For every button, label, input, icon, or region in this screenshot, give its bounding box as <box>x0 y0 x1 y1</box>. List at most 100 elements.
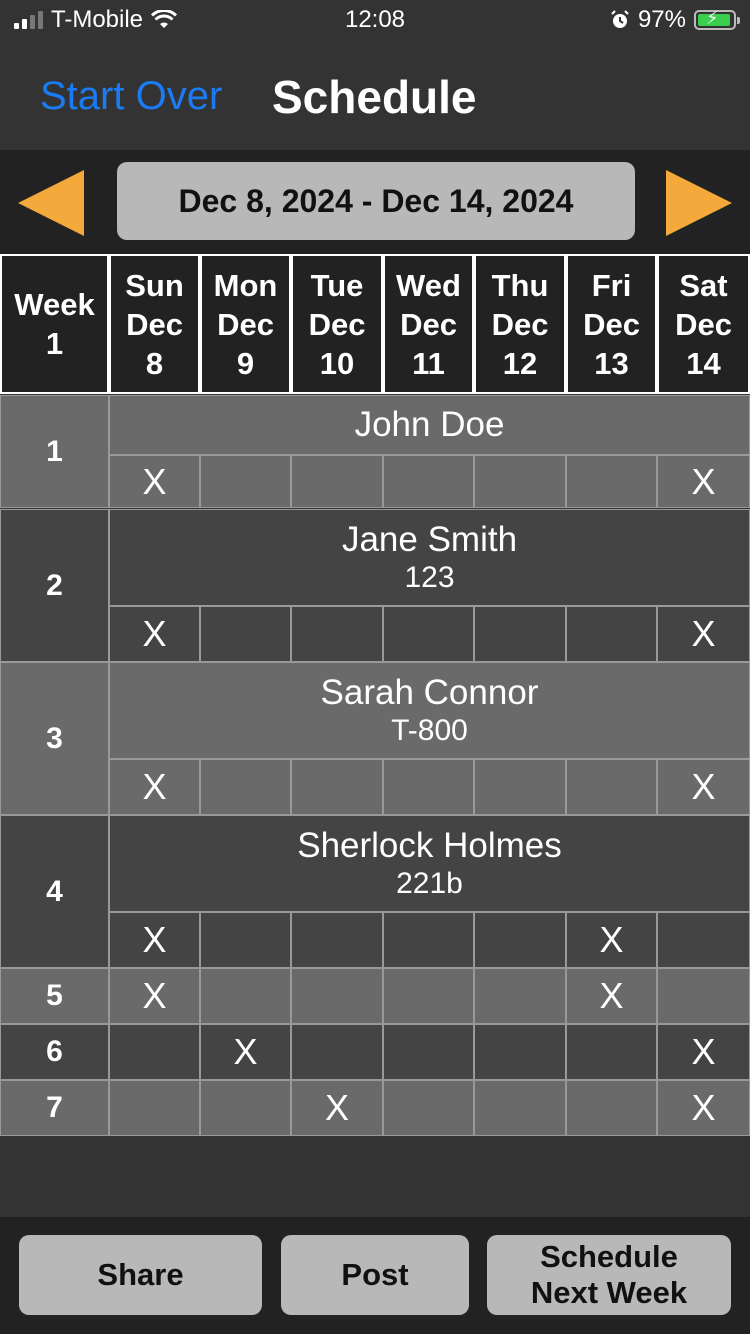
shift-cell[interactable] <box>474 1024 566 1080</box>
shift-cell[interactable]: X <box>109 606 200 662</box>
shift-cell[interactable]: X <box>200 1024 291 1080</box>
shift-cell[interactable] <box>474 912 566 968</box>
day-header-mon: Dec <box>217 306 274 342</box>
shift-cell[interactable]: X <box>109 759 200 815</box>
shift-cell[interactable] <box>383 606 474 662</box>
shift-cell[interactable] <box>383 1080 474 1136</box>
day-header-day: 10 <box>319 345 355 381</box>
shift-cell[interactable]: X <box>657 455 750 508</box>
start-over-button[interactable]: Start Over <box>40 74 222 119</box>
row-number: 6 <box>0 1024 109 1080</box>
row-number: 5 <box>0 968 109 1024</box>
shift-cell[interactable] <box>383 968 474 1024</box>
shift-mark: X <box>691 1031 716 1072</box>
shift-cell[interactable] <box>200 912 291 968</box>
shift-cell[interactable]: X <box>657 1024 750 1080</box>
shift-cell[interactable]: X <box>109 912 200 968</box>
next-week-label-line1: Schedule <box>540 1239 678 1274</box>
alarm-icon <box>611 10 629 28</box>
shift-cell[interactable] <box>566 1080 657 1136</box>
shift-cell[interactable] <box>291 1024 383 1080</box>
day-header-tue: Tue Dec 10 <box>291 254 383 394</box>
day-header-dow: Thu <box>491 267 549 303</box>
shift-cell[interactable] <box>200 968 291 1024</box>
employee-name-cell[interactable]: John Doe <box>109 395 750 455</box>
next-week-arrow-icon[interactable] <box>666 170 732 236</box>
shift-cell[interactable] <box>109 1024 200 1080</box>
day-header-day: 13 <box>594 345 629 381</box>
shift-mark: X <box>142 460 167 502</box>
shift-cell[interactable] <box>566 759 657 815</box>
shift-cell[interactable]: X <box>109 968 200 1024</box>
shift-cell[interactable]: X <box>291 1080 383 1136</box>
battery-icon: ⚡ <box>694 8 740 30</box>
shift-mark: X <box>142 766 167 807</box>
week-header-label: Week <box>14 287 95 322</box>
battery-percent: 97% <box>637 6 686 33</box>
shift-mark: X <box>142 919 167 960</box>
shift-mark: X <box>691 460 716 502</box>
shift-cell[interactable] <box>383 759 474 815</box>
shift-cell[interactable] <box>566 606 657 662</box>
shift-cell[interactable]: X <box>566 968 657 1024</box>
shift-mark: X <box>142 975 167 1016</box>
shift-cell[interactable] <box>474 968 566 1024</box>
shift-cell[interactable] <box>657 912 750 968</box>
shift-cell[interactable] <box>291 759 383 815</box>
week-navigator: Dec 8, 2024 - Dec 14, 2024 <box>0 150 750 254</box>
shift-cell[interactable] <box>291 455 383 508</box>
shift-cell[interactable]: X <box>657 759 750 815</box>
post-button[interactable]: Post <box>281 1235 469 1315</box>
shift-cell[interactable] <box>200 1080 291 1136</box>
shift-mark: X <box>691 766 716 807</box>
status-bar: T-Mobile 12:08 97% ⚡ <box>0 0 750 42</box>
day-header-dow: Wed <box>396 267 461 303</box>
week-header-number: 1 <box>45 326 64 361</box>
shift-cell[interactable] <box>200 606 291 662</box>
shift-mark: X <box>142 613 167 654</box>
row-number: 1 <box>0 395 109 508</box>
shift-cell[interactable] <box>566 1024 657 1080</box>
shift-mark: X <box>599 919 624 960</box>
status-right: 97% ⚡ <box>610 6 740 34</box>
day-header-mon: Dec <box>675 306 732 342</box>
shift-cell[interactable]: X <box>657 1080 750 1136</box>
shift-mark: X <box>233 1031 258 1072</box>
shift-cell[interactable] <box>109 1080 200 1136</box>
day-header-day: 9 <box>236 345 255 381</box>
day-header-sat: Sat Dec 14 <box>657 254 750 394</box>
employee-name-cell[interactable]: Sarah Connor T-800 <box>109 662 750 759</box>
shift-cell[interactable] <box>200 455 291 508</box>
shift-cell[interactable] <box>291 968 383 1024</box>
day-header-mon: Dec <box>308 306 366 342</box>
shift-cell[interactable] <box>383 912 474 968</box>
shift-cell[interactable] <box>291 606 383 662</box>
employee-name: Jane Smith <box>341 519 518 559</box>
share-button[interactable]: Share <box>19 1235 262 1315</box>
shift-cell[interactable]: X <box>657 606 750 662</box>
shift-cell[interactable] <box>383 455 474 508</box>
shift-cell[interactable] <box>474 606 566 662</box>
shift-cell[interactable] <box>566 455 657 508</box>
week-range-button[interactable]: Dec 8, 2024 - Dec 14, 2024 <box>117 162 635 240</box>
shift-cell[interactable]: X <box>109 455 200 508</box>
page-title: Schedule <box>272 71 477 123</box>
employee-name-cell[interactable]: Jane Smith 123 <box>109 509 750 606</box>
day-header-day: 14 <box>686 345 721 381</box>
footer-toolbar: Share Post Schedule Next Week <box>0 1217 750 1334</box>
shift-cell[interactable] <box>291 912 383 968</box>
shift-cell[interactable] <box>200 759 291 815</box>
day-header-dow: Mon <box>213 267 278 303</box>
previous-week-arrow-icon[interactable] <box>18 170 84 236</box>
shift-cell[interactable] <box>657 968 750 1024</box>
shift-cell[interactable] <box>474 759 566 815</box>
day-header-day: 11 <box>412 345 445 381</box>
shift-cell[interactable] <box>383 1024 474 1080</box>
shift-cell[interactable]: X <box>566 912 657 968</box>
day-header-dow: Sun <box>125 267 184 303</box>
employee-name-cell[interactable]: Sherlock Holmes 221b <box>109 815 750 912</box>
shift-cell[interactable] <box>474 455 566 508</box>
shift-cell[interactable] <box>474 1080 566 1136</box>
employee-id: 221b <box>396 866 463 900</box>
schedule-next-week-button[interactable]: Schedule Next Week <box>487 1235 731 1315</box>
